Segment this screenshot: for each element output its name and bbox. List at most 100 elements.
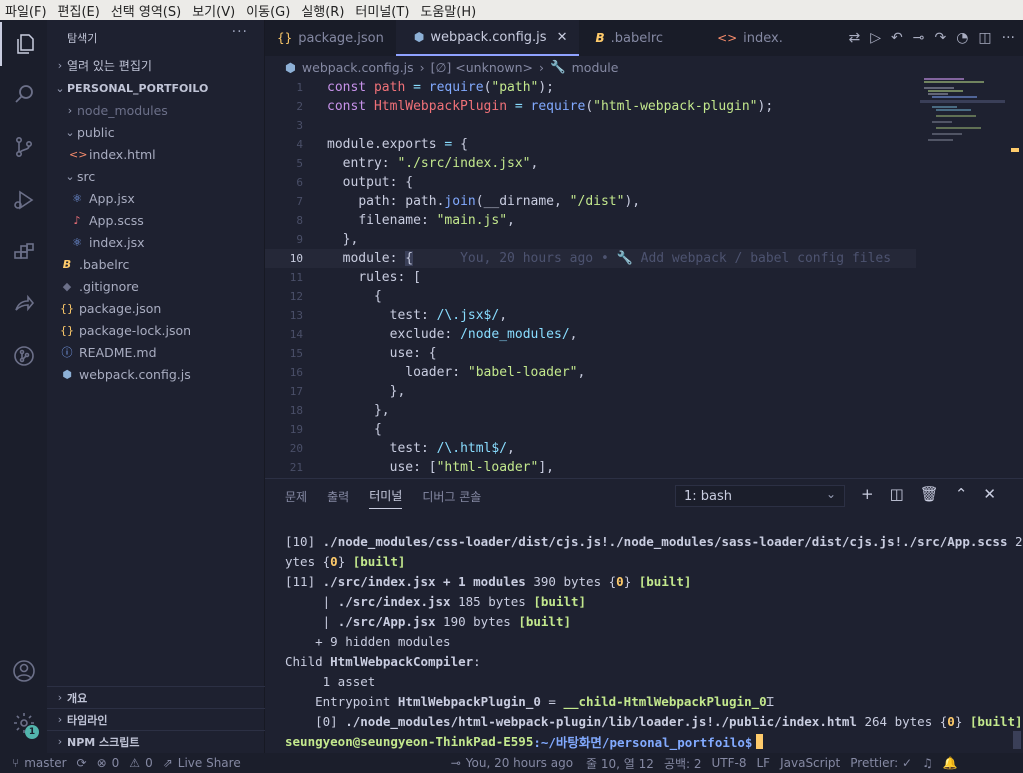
terminal-line: Entrypoint HtmlWebpackPlugin_0 = __child… <box>285 693 774 709</box>
menu-run[interactable]: 실행(R) <box>296 1 350 20</box>
tab-label: webpack.config.js <box>430 29 547 45</box>
more-actions-icon[interactable]: ··· <box>1002 30 1015 46</box>
tree-item-package-json[interactable]: {} package.json <box>47 297 265 319</box>
split-terminal-icon[interactable]: ◫ <box>890 485 904 503</box>
tab-index-html[interactable]: <> index. <box>675 20 795 56</box>
tab-output[interactable]: 출력 <box>327 488 349 505</box>
close-tab-icon[interactable]: ✕ <box>557 30 568 45</box>
tree-item-index-html[interactable]: <> index.html <box>47 143 265 165</box>
sync-icon[interactable]: ⟳ <box>77 756 87 770</box>
warnings-icon[interactable]: ⚠ <box>129 756 140 770</box>
live-share-label[interactable]: Live Share <box>178 756 241 770</box>
language-mode[interactable]: JavaScript <box>780 756 840 770</box>
tab-problems[interactable]: 문제 <box>285 488 307 505</box>
terminal-scrollbar[interactable] <box>1013 731 1021 749</box>
new-terminal-icon[interactable]: + <box>861 485 874 503</box>
tree-item-app-jsx[interactable]: ⚛ App.jsx <box>47 187 265 209</box>
tree-item-package-lock-json[interactable]: {} package-lock.json <box>47 319 265 341</box>
webpack-file-icon: ⬢ <box>413 30 425 44</box>
branch-name[interactable]: master <box>24 756 66 770</box>
terminal-output[interactable]: [10] ./node_modules/css-loader/dist/cjs.… <box>285 531 1023 751</box>
code-editor[interactable]: 1 const path = require("path"); 2 const Ht… <box>265 78 1023 478</box>
code-line: 3 <box>296 119 303 132</box>
errors-icon[interactable]: ⊗ <box>97 756 107 770</box>
tree-item-babelrc[interactable]: B .babelrc <box>47 253 265 275</box>
git-graph-icon[interactable] <box>0 334 47 378</box>
more-actions-icon[interactable]: ··· <box>232 24 248 40</box>
babel-file-icon: B <box>595 31 605 45</box>
feedback-icon[interactable]: ♫ <box>922 756 933 770</box>
breadcrumb-file[interactable]: webpack.config.js <box>302 60 414 75</box>
terminal-line: [11] ./src/index.jsx + 1 modules 390 byt… <box>285 573 692 589</box>
panel-tabs: 문제 출력 터미널 디버그 콘솔 <box>285 479 481 513</box>
project-label: PERSONAL_PORTFOILO <box>67 81 209 95</box>
timeline-section[interactable]: › 타임라인 <box>47 708 265 730</box>
tree-item-gitignore[interactable]: ◆ .gitignore <box>47 275 265 297</box>
outline-section[interactable]: › 개요 <box>47 686 265 708</box>
trash-icon[interactable]: 🗑 <box>920 485 939 503</box>
explorer-sidebar: 탐색기 ··· › 열려 있는 편집기 ⌄ PERSONAL_PORTFOILO… <box>47 20 265 753</box>
end-of-line[interactable]: LF <box>757 756 771 770</box>
tree-item-webpack-config[interactable]: ⬢ webpack.config.js <box>47 363 265 385</box>
chevron-down-icon: ⌄ <box>825 487 836 501</box>
prettier-status[interactable]: Prettier: ✓ <box>850 756 912 770</box>
extensions-icon[interactable] <box>0 231 47 275</box>
live-share-icon[interactable] <box>0 282 47 326</box>
prompt-path: :~/바탕화면/personal_portfoilo$ <box>533 734 753 750</box>
menu-file[interactable]: 파일(F) <box>0 1 53 20</box>
notifications-icon[interactable]: 🔔 <box>943 756 958 770</box>
settings-gear-icon[interactable]: 1 <box>0 701 47 745</box>
tree-item-public[interactable]: ⌄ public <box>47 121 265 143</box>
tree-item-index-jsx[interactable]: ⚛ index.jsx <box>47 231 265 253</box>
git-lens-icon[interactable]: ◔ <box>956 30 968 46</box>
close-panel-icon[interactable]: ✕ <box>983 485 996 503</box>
run-debug-icon[interactable] <box>0 178 47 222</box>
activity-bar: 1 <box>0 20 47 753</box>
tab-webpack-config[interactable]: ⬢ webpack.config.js ✕ <box>395 20 580 56</box>
encoding[interactable]: UTF-8 <box>712 756 747 770</box>
tab-package-json[interactable]: {} package.json <box>265 20 396 56</box>
tree-item-node-modules[interactable]: › node_modules <box>47 99 265 121</box>
git-file-icon: ◆ <box>62 279 72 293</box>
open-editors-section[interactable]: › 열려 있는 편집기 <box>47 54 265 76</box>
terminal-cursor <box>756 733 764 749</box>
breadcrumb-symbol[interactable]: [∅] <unknown> <box>431 60 533 75</box>
tree-item-app-scss[interactable]: ♪ App.scss <box>47 209 265 231</box>
npm-scripts-section[interactable]: › NPM 스크립트 <box>47 730 265 752</box>
explorer-icon[interactable] <box>0 22 47 66</box>
tab-babelrc[interactable]: B .babelrc <box>579 20 675 56</box>
maximize-panel-icon[interactable]: ⌃ <box>955 485 968 503</box>
account-icon[interactable] <box>0 649 47 693</box>
menu-go[interactable]: 이동(G) <box>241 1 296 20</box>
run-icon[interactable]: ▷ <box>870 30 881 46</box>
go-back-icon[interactable]: ↶ <box>891 30 903 46</box>
json-file-icon: {} <box>60 323 74 337</box>
breadcrumb-module[interactable]: module <box>572 60 619 75</box>
cursor-position[interactable]: 줄 10, 열 12 <box>586 755 654 772</box>
code-line: 7 path: path.join(__dirname, "/dist"), <box>296 194 641 209</box>
git-commit-icon[interactable]: ⊸ <box>913 30 925 46</box>
menu-edit[interactable]: 편집(E) <box>53 1 106 20</box>
go-forward-icon[interactable]: ↷ <box>934 30 946 46</box>
menu-view[interactable]: 보기(V) <box>187 1 241 20</box>
tree-item-readme[interactable]: ⓘ README.md <box>47 341 265 363</box>
tree-item-src[interactable]: ⌄ src <box>47 165 265 187</box>
source-control-icon[interactable] <box>0 125 47 169</box>
minimap[interactable] <box>920 78 1019 478</box>
blame-status[interactable]: You, 20 hours ago <box>466 756 573 770</box>
html-file-icon: <> <box>69 147 88 161</box>
terminal-line: + 9 hidden modules <box>285 633 451 649</box>
compare-changes-icon[interactable]: ⇄ <box>848 30 860 46</box>
tab-terminal[interactable]: 터미널 <box>369 487 403 509</box>
tab-debug-console[interactable]: 디버그 콘솔 <box>422 488 481 505</box>
search-icon[interactable] <box>0 72 47 116</box>
split-editor-icon[interactable]: ◫ <box>978 30 991 46</box>
project-section[interactable]: ⌄ PERSONAL_PORTFOILO <box>47 77 265 99</box>
menu-selection[interactable]: 선택 영역(S) <box>106 1 187 20</box>
menu-help[interactable]: 도움말(H) <box>415 1 482 20</box>
json-file-icon: {} <box>60 301 74 315</box>
menu-terminal[interactable]: 터미널(T) <box>350 1 415 20</box>
chevron-down-icon: ⌄ <box>55 81 65 95</box>
indentation[interactable]: 공백: 2 <box>664 755 702 772</box>
terminal-select[interactable]: 1: bash ⌄ <box>675 485 845 507</box>
